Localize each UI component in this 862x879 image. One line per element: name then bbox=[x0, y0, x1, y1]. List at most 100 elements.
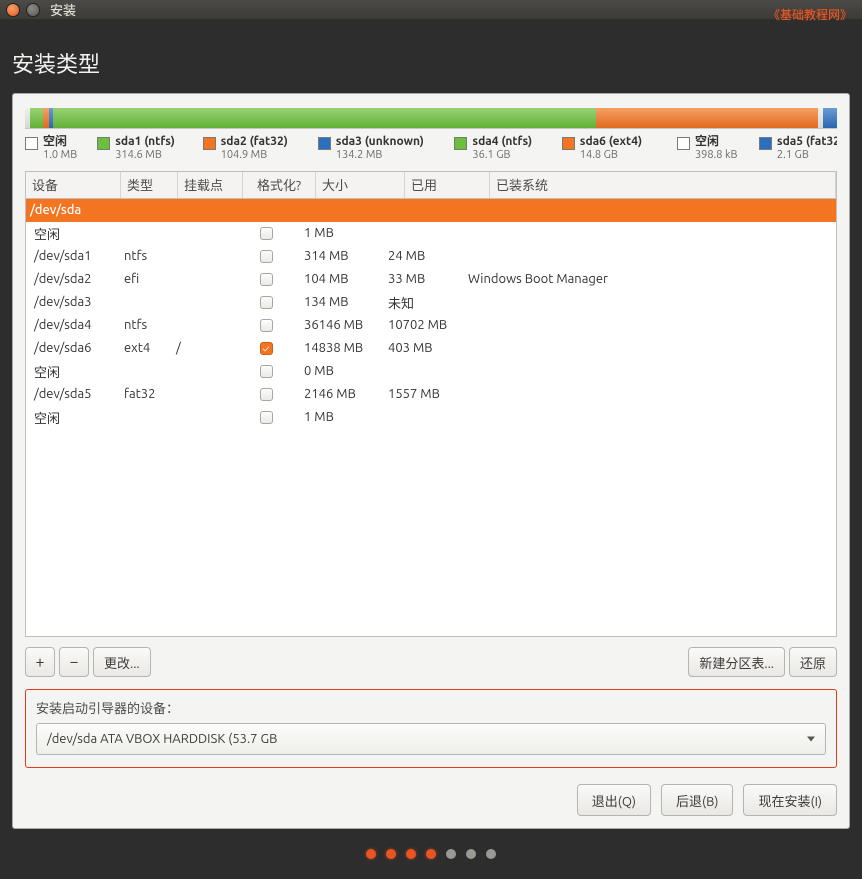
legend-label: sda4 (ntfs) bbox=[472, 135, 532, 149]
cell-device: 空闲 bbox=[30, 224, 120, 243]
cell-used: 10702 MB bbox=[384, 318, 464, 332]
legend-size: 14.8 GB bbox=[580, 149, 642, 162]
legend-size: 398.8 kB bbox=[695, 149, 738, 162]
col-size[interactable]: 大小 bbox=[316, 172, 405, 198]
progress-dot bbox=[426, 849, 436, 859]
format-checkbox[interactable] bbox=[260, 227, 273, 240]
back-button[interactable]: 后退(B) bbox=[661, 784, 733, 816]
progress-dot bbox=[446, 849, 456, 859]
format-checkbox[interactable] bbox=[260, 365, 273, 378]
cell-mount: / bbox=[172, 341, 232, 355]
quit-button[interactable]: 退出(Q) bbox=[577, 784, 651, 816]
cell-used: 24 MB bbox=[384, 249, 464, 263]
legend-size: 2.1 GB bbox=[777, 149, 837, 162]
format-checkbox[interactable] bbox=[260, 273, 273, 286]
cell-device: /dev/sda2 bbox=[30, 272, 120, 286]
col-mount[interactable]: 挂载点 bbox=[178, 172, 243, 198]
legend-swatch bbox=[203, 137, 216, 150]
legend-swatch bbox=[454, 137, 467, 150]
legend-size: 314.6 MB bbox=[115, 149, 175, 162]
cell-used: 403 MB bbox=[384, 341, 464, 355]
progress-dots bbox=[12, 849, 850, 859]
toolbar: + − 更改... 新建分区表... 还原 bbox=[25, 647, 837, 677]
table-row[interactable]: /dev/sda6ext4/✓14838 MB403 MB bbox=[26, 337, 836, 360]
legend-label: sda5 (fat32) bbox=[777, 135, 837, 149]
action-row: 退出(Q) 后退(B) 现在安装(I) bbox=[25, 784, 837, 816]
table-row[interactable]: /dev/sda1ntfs314 MB24 MB bbox=[26, 245, 836, 268]
main-panel: 空闲1.0 MBsda1 (ntfs)314.6 MBsda2 (fat32)1… bbox=[12, 93, 850, 829]
cell-format bbox=[232, 273, 300, 286]
partition-segment[interactable] bbox=[596, 108, 818, 128]
format-checkbox[interactable] bbox=[260, 296, 273, 309]
partition-segment[interactable] bbox=[53, 108, 595, 128]
cell-type: fat32 bbox=[120, 387, 172, 401]
legend-size: 1.0 MB bbox=[43, 149, 77, 162]
col-format[interactable]: 格式化? bbox=[243, 172, 316, 198]
progress-dot bbox=[366, 849, 376, 859]
window-minimize-button[interactable] bbox=[26, 3, 40, 17]
disk-header-row[interactable]: /dev/sda bbox=[26, 199, 836, 222]
legend-swatch bbox=[759, 137, 772, 150]
table-header: 设备 类型 挂载点 格式化? 大小 已用 已装系统 bbox=[26, 172, 836, 199]
watermark: 《基础教程网》 bbox=[768, 6, 852, 23]
cell-used: 1557 MB bbox=[384, 387, 464, 401]
partition-bar: 空闲1.0 MBsda1 (ntfs)314.6 MBsda2 (fat32)1… bbox=[25, 108, 837, 167]
cell-size: 36146 MB bbox=[300, 318, 384, 332]
installer-window: 安装 安装类型 空闲1.0 MBsda1 (ntfs)314.6 MBsda2 … bbox=[0, 0, 862, 832]
bootloader-device-select[interactable]: /dev/sda ATA VBOX HARDDISK (53.7 GB bbox=[36, 723, 826, 755]
table-row[interactable]: /dev/sda2efi104 MB33 MBWindows Boot Mana… bbox=[26, 268, 836, 291]
progress-dot bbox=[386, 849, 396, 859]
format-checkbox[interactable] bbox=[260, 411, 273, 424]
format-checkbox[interactable] bbox=[260, 319, 273, 332]
cell-size: 1 MB bbox=[300, 410, 384, 424]
table-row[interactable]: 空闲0 MB bbox=[26, 360, 836, 383]
format-checkbox[interactable]: ✓ bbox=[260, 342, 273, 355]
window-close-button[interactable] bbox=[6, 3, 20, 17]
table-row[interactable]: 空闲1 MB bbox=[26, 406, 836, 429]
cell-format bbox=[232, 227, 300, 240]
table-row[interactable]: /dev/sda5fat32 2146 MB1557 MB bbox=[26, 383, 836, 406]
cell-device: 空闲 bbox=[30, 362, 120, 381]
change-partition-button[interactable]: 更改... bbox=[93, 647, 151, 677]
partition-legend-item: sda5 (fat32)2.1 GB bbox=[759, 135, 837, 163]
partition-legend-item: sda2 (fat32)104.9 MB bbox=[203, 135, 318, 163]
legend-label: 空闲 bbox=[43, 135, 77, 149]
legend-size: 36.1 GB bbox=[472, 149, 532, 162]
partition-legend-item: 空闲1.0 MB bbox=[25, 135, 97, 163]
legend-label: sda2 (fat32) bbox=[221, 135, 288, 149]
col-type[interactable]: 类型 bbox=[121, 172, 178, 198]
legend-label: sda1 (ntfs) bbox=[115, 135, 175, 149]
cell-format bbox=[232, 411, 300, 424]
partition-legend-item: sda4 (ntfs)36.1 GB bbox=[454, 135, 561, 163]
col-device[interactable]: 设备 bbox=[26, 172, 121, 198]
legend-label: 空闲 bbox=[695, 135, 738, 149]
install-button[interactable]: 现在安装(I) bbox=[743, 784, 837, 816]
remove-partition-button[interactable]: − bbox=[59, 647, 89, 677]
legend-label: sda3 (unknown) bbox=[336, 135, 424, 149]
col-used[interactable]: 已用 bbox=[405, 172, 490, 198]
new-partition-table-button[interactable]: 新建分区表... bbox=[688, 647, 785, 677]
window-title: 安装 bbox=[50, 0, 76, 19]
table-row[interactable]: /dev/sda4ntfs36146 MB10702 MB bbox=[26, 314, 836, 337]
cell-device: /dev/sda5 bbox=[30, 387, 120, 401]
cell-size: 2146 MB bbox=[300, 387, 384, 401]
partition-segment[interactable] bbox=[30, 108, 43, 128]
table-row[interactable]: 空闲1 MB bbox=[26, 222, 836, 245]
add-partition-button[interactable]: + bbox=[25, 647, 55, 677]
format-checkbox[interactable] bbox=[260, 388, 273, 401]
cell-used: 33 MB bbox=[384, 272, 464, 286]
progress-dot bbox=[486, 849, 496, 859]
col-system[interactable]: 已装系统 bbox=[490, 172, 836, 198]
table-row[interactable]: /dev/sda3134 MB未知 bbox=[26, 291, 836, 314]
cell-size: 134 MB bbox=[300, 295, 384, 309]
cell-device: /dev/sda3 bbox=[30, 295, 120, 309]
partition-legend-item: sda6 (ext4)14.8 GB bbox=[562, 135, 677, 163]
revert-button[interactable]: 还原 bbox=[789, 647, 837, 677]
legend-size: 134.2 MB bbox=[336, 149, 424, 162]
cell-device: /dev/sda6 bbox=[30, 341, 120, 355]
titlebar: 安装 bbox=[0, 0, 862, 19]
partition-segment[interactable] bbox=[823, 108, 837, 128]
legend-swatch bbox=[97, 137, 110, 150]
cell-system: Windows Boot Manager bbox=[464, 272, 836, 286]
format-checkbox[interactable] bbox=[260, 250, 273, 263]
